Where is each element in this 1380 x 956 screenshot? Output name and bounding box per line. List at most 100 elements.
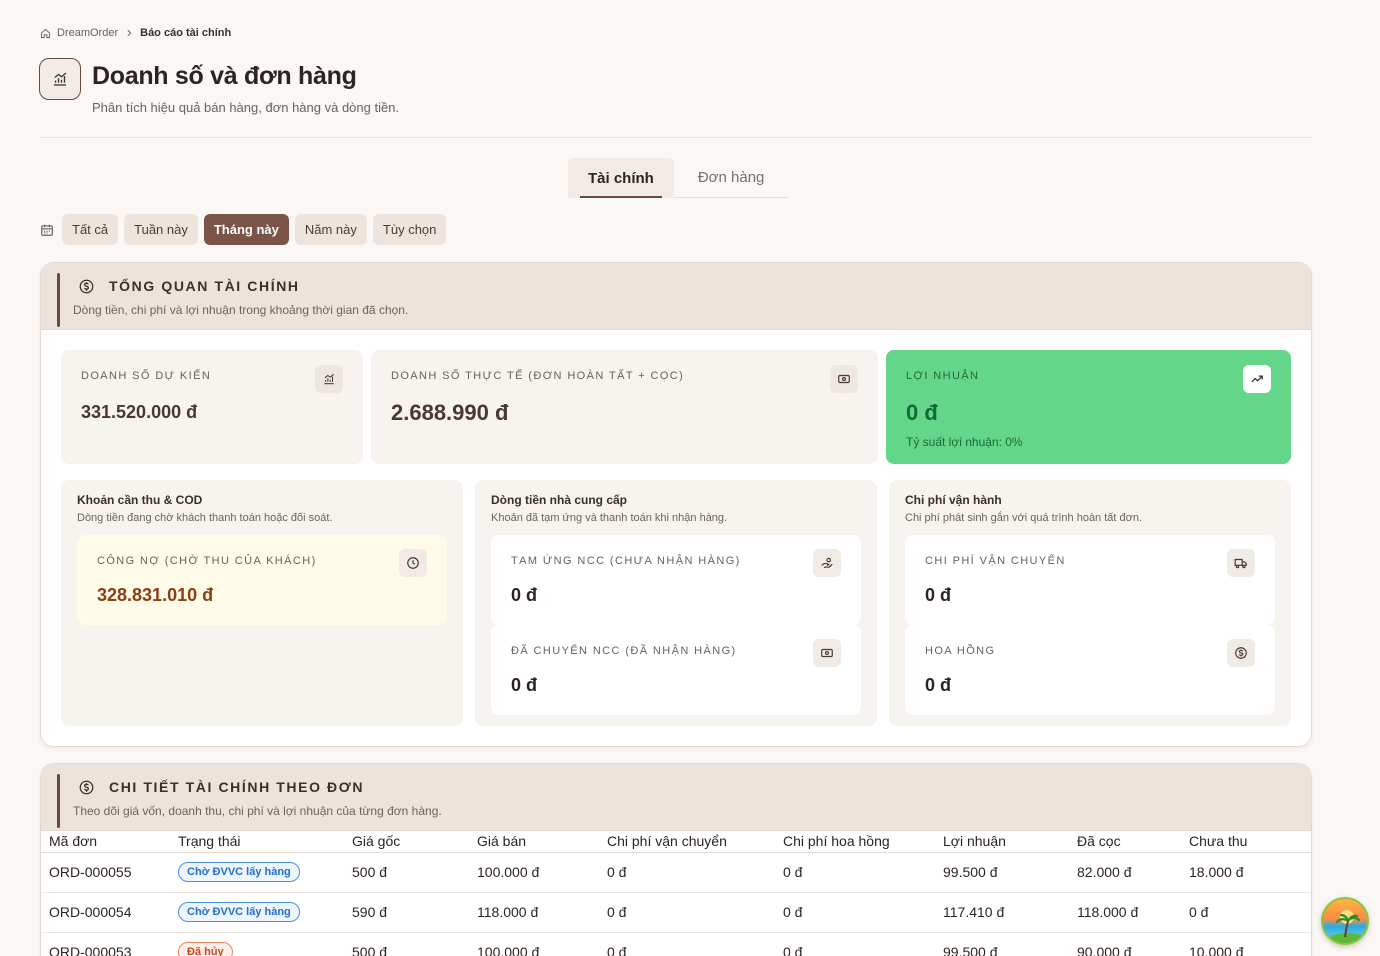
table-row[interactable]: ORD-000054 Chờ ĐVVC lấy hàng 590 đ 118.0… bbox=[41, 892, 1311, 933]
profit-label: LỢI NHUẬN bbox=[906, 370, 980, 382]
column-header[interactable]: Đã cọc bbox=[1069, 831, 1181, 853]
profit-cell: 99.500 đ bbox=[935, 852, 1069, 893]
filter-week-button[interactable]: Tuần này bbox=[124, 214, 198, 245]
column-header[interactable]: Mã đơn bbox=[41, 831, 170, 853]
customer-debt-card: CÔNG NỢ (CHỜ THU CỦA KHÁCH) 328.831.010 … bbox=[77, 535, 447, 625]
shipping-cost-value: 0 đ bbox=[925, 585, 952, 605]
filter-all-button[interactable]: Tất cả bbox=[62, 214, 119, 245]
supplier-paid-value: 0 đ bbox=[511, 675, 538, 695]
deposit-cell: 82.000 đ bbox=[1069, 852, 1181, 893]
details-header: CHI TIẾT TÀI CHÍNH THEO ĐƠN Theo dõi giá… bbox=[41, 764, 1311, 831]
status-badge: Chờ ĐVVC lấy hàng bbox=[178, 902, 300, 922]
supplier-paid-label: ĐÃ CHUYỂN NCC (ĐÃ NHẬN HÀNG) bbox=[511, 645, 737, 657]
tab-finance[interactable]: Tài chính bbox=[568, 158, 674, 198]
floating-chat-button[interactable] bbox=[1321, 897, 1369, 945]
price-cell: 118.000 đ bbox=[469, 892, 599, 933]
order-financial-details-card: CHI TIẾT TÀI CHÍNH THEO ĐƠN Theo dõi giá… bbox=[40, 763, 1312, 956]
supplier-title: Dòng tiền nhà cung cấp bbox=[491, 493, 628, 507]
dollar-circle-icon bbox=[79, 279, 94, 294]
price-cell: 100.000 đ bbox=[469, 932, 599, 956]
shipping-cost-card: CHI PHÍ VẬN CHUYỂN 0 đ bbox=[905, 535, 1275, 625]
filter-custom-button[interactable]: Tùy chọn bbox=[372, 214, 447, 245]
customer-debt-label: CÔNG NỢ (CHỜ THU CỦA KHÁCH) bbox=[97, 555, 317, 567]
breadcrumb-home[interactable]: DreamOrder bbox=[57, 27, 118, 39]
column-header[interactable]: Trạng thái bbox=[170, 831, 344, 853]
trending-up-icon bbox=[1243, 365, 1271, 393]
banknote-icon bbox=[813, 639, 841, 667]
profit-cell: 117.410 đ bbox=[935, 892, 1069, 933]
column-header[interactable]: Chi phí hoa hồng bbox=[775, 831, 935, 853]
period-filter: Tất cả Tuần này Tháng này Năm này Tùy ch… bbox=[40, 214, 447, 245]
unpaid-cell: 10.000 đ bbox=[1181, 932, 1311, 956]
financial-overview-card: TỔNG QUAN TÀI CHÍNH Dòng tiền, chi phí v… bbox=[40, 262, 1312, 747]
commission-value: 0 đ bbox=[925, 675, 952, 695]
column-header[interactable]: Lợi nhuận bbox=[935, 831, 1069, 853]
expected-sales-card: DOANH SỐ DỰ KIẾN 331.520.000 đ bbox=[61, 350, 363, 464]
overview-subtitle: Dòng tiền, chi phí và lợi nhuận trong kh… bbox=[73, 303, 409, 317]
column-header[interactable]: Chi phí vận chuyển bbox=[599, 831, 775, 853]
palm-island-icon bbox=[1329, 910, 1365, 943]
header-divider bbox=[40, 137, 1312, 138]
calendar-icon bbox=[40, 223, 54, 237]
expected-sales-value: 331.520.000 đ bbox=[81, 402, 198, 422]
column-header[interactable]: Giá gốc bbox=[344, 831, 469, 853]
operating-subtitle: Chi phí phát sinh gắn với quá trình hoàn… bbox=[905, 512, 1143, 524]
actual-sales-value: 2.688.990 đ bbox=[391, 400, 509, 425]
hand-coins-icon bbox=[813, 549, 841, 577]
receivables-panel: Khoản cần thu & COD Dòng tiền đang chờ k… bbox=[61, 480, 463, 726]
page-title: Doanh số và đơn hàng bbox=[92, 62, 357, 90]
unpaid-cell: 0 đ bbox=[1181, 892, 1311, 933]
overview-title: TỔNG QUAN TÀI CHÍNH bbox=[109, 278, 300, 294]
supplier-subtitle: Khoản đã tạm ứng và thanh toán khi nhận … bbox=[491, 512, 728, 524]
shipping-cell: 0 đ bbox=[599, 932, 775, 956]
table-row[interactable]: ORD-000055 Chờ ĐVVC lấy hàng 500 đ 100.0… bbox=[41, 852, 1311, 893]
receivables-subtitle: Dòng tiền đang chờ khách thanh toán hoặc… bbox=[77, 512, 333, 524]
cost-cell: 500 đ bbox=[344, 852, 469, 893]
commission-cell: 0 đ bbox=[775, 932, 935, 956]
cost-cell: 500 đ bbox=[344, 932, 469, 956]
order-id[interactable]: ORD-000053 bbox=[41, 932, 170, 956]
page-subtitle: Phân tích hiệu quả bán hàng, đơn hàng và… bbox=[92, 100, 400, 115]
chart-bar-icon bbox=[39, 58, 81, 100]
details-title: CHI TIẾT TÀI CHÍNH THEO ĐƠN bbox=[109, 779, 365, 795]
deposit-cell: 118.000 đ bbox=[1069, 892, 1181, 933]
tab-orders[interactable]: Đơn hàng bbox=[673, 158, 789, 198]
table-row[interactable]: ORD-000053 Đã hủy 500 đ 100.000 đ 0 đ 0 … bbox=[41, 932, 1311, 956]
column-header[interactable]: Chưa thu bbox=[1181, 831, 1311, 853]
price-cell: 100.000 đ bbox=[469, 852, 599, 893]
order-id[interactable]: ORD-000055 bbox=[41, 852, 170, 893]
commission-cell: 0 đ bbox=[775, 852, 935, 893]
operating-costs-panel: Chi phí vận hành Chi phí phát sinh gắn v… bbox=[889, 480, 1291, 726]
chart-bar-icon bbox=[315, 365, 343, 393]
supplier-cashflow-panel: Dòng tiền nhà cung cấp Khoản đã tạm ứng … bbox=[475, 480, 877, 726]
shipping-cell: 0 đ bbox=[599, 892, 775, 933]
order-id[interactable]: ORD-000054 bbox=[41, 892, 170, 933]
overview-header: TỔNG QUAN TÀI CHÍNH Dòng tiền, chi phí v… bbox=[41, 263, 1311, 330]
supplier-advance-value: 0 đ bbox=[511, 585, 538, 605]
filter-month-button[interactable]: Tháng này bbox=[203, 214, 289, 245]
profit-ratio: Tỷ suất lợi nhuận: 0% bbox=[906, 435, 1023, 449]
header-accent-bar bbox=[57, 774, 60, 828]
filter-year-button[interactable]: Năm này bbox=[294, 214, 367, 245]
actual-sales-card: DOANH SỐ THỰC TẾ (ĐƠN HOÀN TẤT + CỌC) 2.… bbox=[371, 350, 878, 464]
dollar-circle-icon bbox=[1227, 639, 1255, 667]
deposit-cell: 90.000 đ bbox=[1069, 932, 1181, 956]
chevron-right-icon bbox=[124, 28, 134, 38]
profit-cell: 99.500 đ bbox=[935, 932, 1069, 956]
banknote-icon bbox=[830, 365, 858, 393]
profit-card: LỢI NHUẬN 0 đ Tỷ suất lợi nhuận: 0% bbox=[886, 350, 1291, 464]
clock-icon bbox=[399, 549, 427, 577]
view-tabs: Tài chính Đơn hàng bbox=[568, 158, 789, 198]
home-icon[interactable] bbox=[40, 28, 51, 39]
shipping-cost-label: CHI PHÍ VẬN CHUYỂN bbox=[925, 555, 1066, 567]
commission-card: HOA HỒNG 0 đ bbox=[905, 625, 1275, 715]
dollar-circle-icon bbox=[79, 780, 94, 795]
commission-cell: 0 đ bbox=[775, 892, 935, 933]
status-badge: Chờ ĐVVC lấy hàng bbox=[178, 862, 300, 882]
breadcrumb: DreamOrder Báo cáo tài chính bbox=[40, 27, 231, 39]
truck-icon bbox=[1227, 549, 1255, 577]
supplier-advance-card: TẠM ỨNG NCC (CHƯA NHẬN HÀNG) 0 đ bbox=[491, 535, 861, 625]
column-header[interactable]: Giá bán bbox=[469, 831, 599, 853]
operating-title: Chi phí vận hành bbox=[905, 493, 1002, 507]
actual-sales-label: DOANH SỐ THỰC TẾ (ĐƠN HOÀN TẤT + CỌC) bbox=[391, 370, 685, 382]
